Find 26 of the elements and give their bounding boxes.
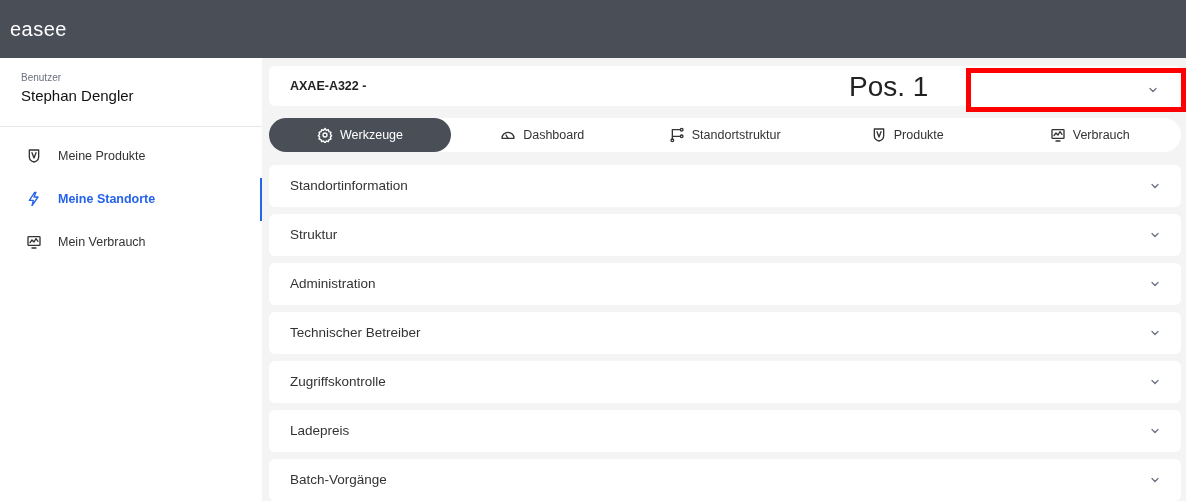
tab[interactable]: Produkte — [816, 118, 999, 152]
user-name: Stephan Dengler — [21, 86, 135, 106]
accordion-header[interactable]: Struktur — [269, 214, 1181, 256]
tab[interactable]: Standortstruktur — [633, 118, 816, 152]
structure-icon — [668, 127, 685, 143]
sidebar-item[interactable]: Mein Verbrauch — [0, 220, 262, 264]
tab[interactable]: Verbrauch — [998, 118, 1181, 152]
site-dropdown[interactable] — [966, 68, 1186, 112]
site-name: AXAE-A322 - — [290, 77, 367, 95]
tab[interactable]: Dashboard — [451, 118, 634, 152]
chart-monitor-icon — [1049, 127, 1066, 143]
annotation-label: Pos. 1 — [849, 72, 929, 102]
sidebar-item[interactable]: Meine Standorte — [0, 177, 262, 221]
shield-icon — [26, 148, 42, 164]
tab[interactable]: Werkzeuge — [269, 118, 451, 152]
accordion-header[interactable]: Zugriffskontrolle — [269, 361, 1181, 403]
user-label: Benutzer — [21, 71, 63, 85]
accordion-header[interactable]: Standortinformation — [269, 165, 1181, 207]
chart-monitor-icon — [26, 234, 42, 250]
accordion-header[interactable]: Administration — [269, 263, 1181, 305]
accordion-header[interactable]: Technischer Betreiber — [269, 312, 1181, 354]
settings-icon — [317, 127, 333, 143]
accordion-header[interactable]: Ladepreis — [269, 410, 1181, 452]
sidebar-item[interactable]: Meine Produkte — [0, 134, 262, 178]
accordion-header[interactable]: Batch-Vorgänge — [269, 459, 1181, 501]
logo[interactable]: easee — [10, 14, 67, 44]
